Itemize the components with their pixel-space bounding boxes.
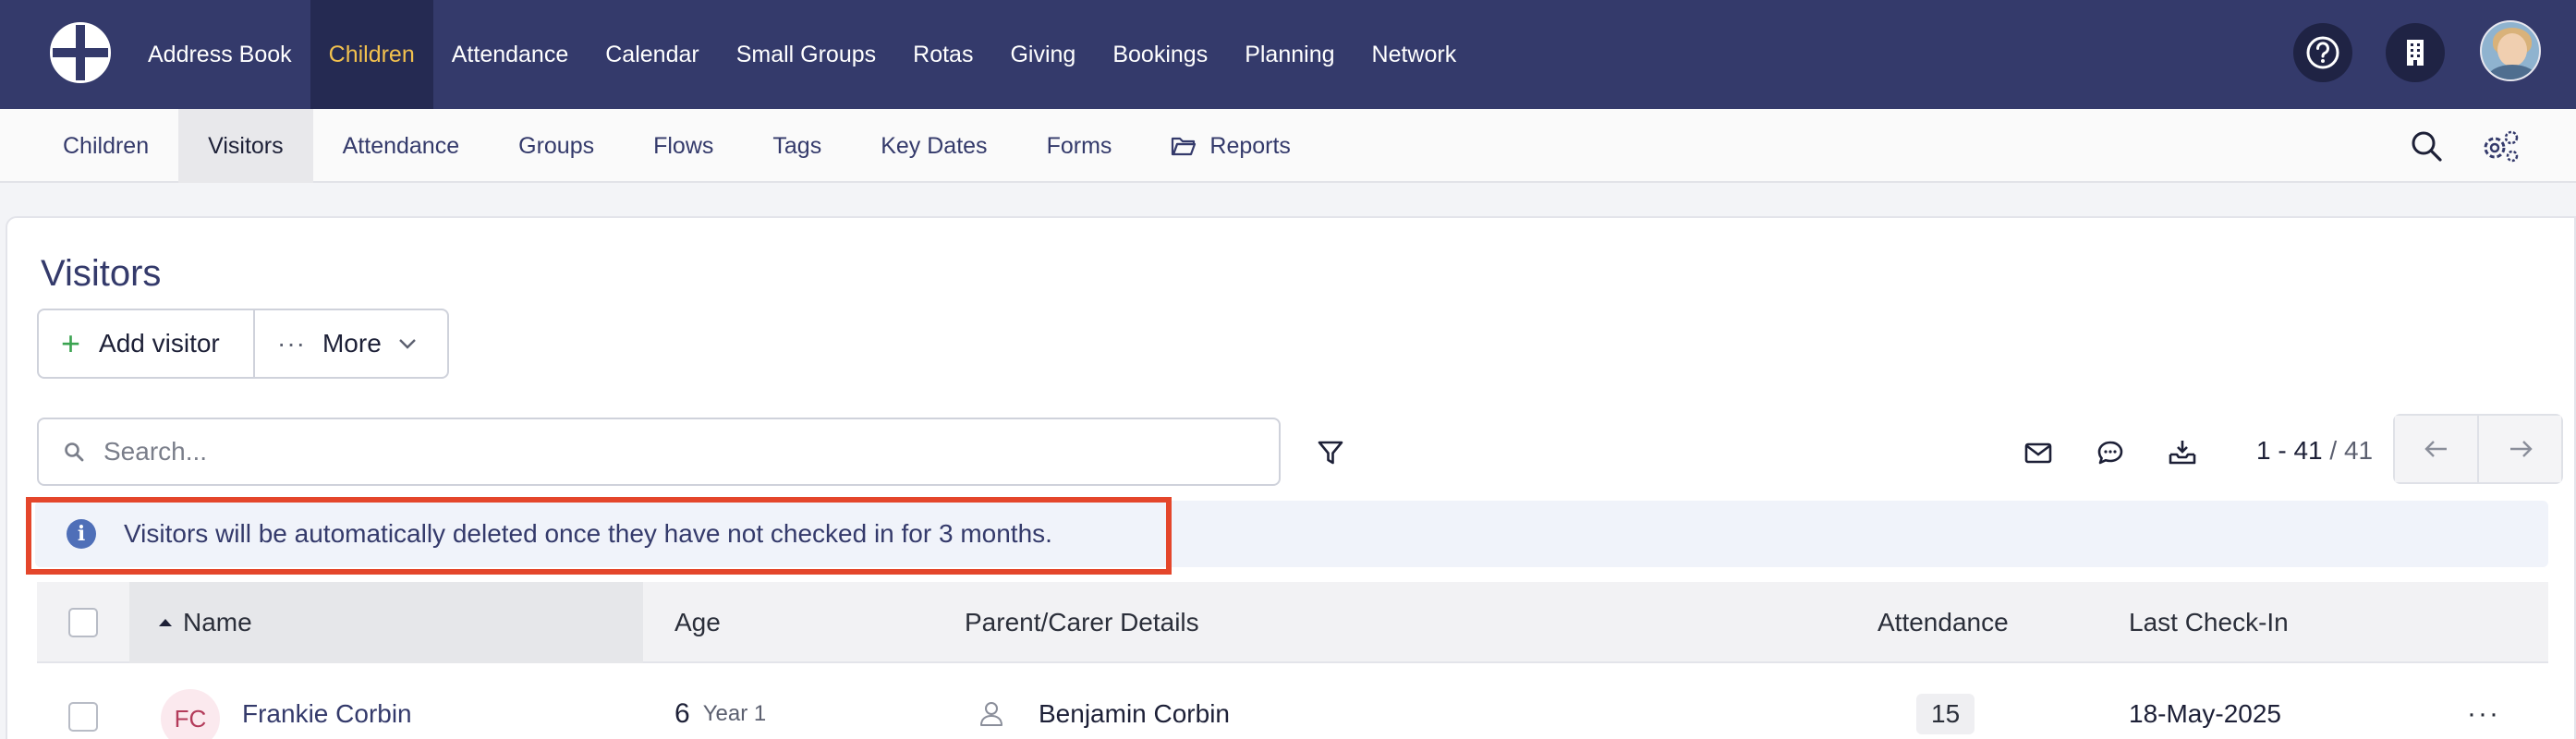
folder-icon [1171,135,1197,157]
page-title: Visitors [41,253,162,294]
help-button[interactable] [2293,23,2352,82]
notice-text: Visitors will be automatically deleted o… [124,519,1052,548]
nav-rotas[interactable]: Rotas [894,0,991,109]
subnav-attendance[interactable]: Attendance [313,109,490,183]
subnav-reports-label: Reports [1209,132,1291,159]
plus-icon: + [61,324,81,362]
more-button[interactable]: ··· More [255,310,447,377]
sort-ascending-icon [159,619,172,626]
question-circle-icon [2306,36,2339,69]
ellipsis-icon: ··· [277,329,306,357]
column-header-age[interactable]: Age [674,582,721,663]
previous-page-button[interactable] [2395,416,2477,482]
arrow-left-icon [2424,441,2447,457]
visitors-card: Visitors + Add visitor ··· More Search..… [6,216,2576,739]
nav-small-groups[interactable]: Small Groups [718,0,894,109]
pagination-range: 1 - 41 [2256,436,2323,465]
search-input[interactable] [103,437,1212,466]
add-visitor-label: Add visitor [99,329,220,357]
chevron-down-icon [398,338,417,349]
export-button[interactable] [2162,432,2203,473]
email-button[interactable] [2018,432,2059,473]
nav-giving[interactable]: Giving [991,0,1094,109]
filter-icon [1318,441,1343,465]
subnav-flows[interactable]: Flows [624,109,743,183]
subnav-groups[interactable]: Groups [489,109,624,183]
settings-button[interactable] [2480,126,2521,166]
column-header-last-checkin[interactable]: Last Check-In [2129,582,2289,663]
download-tray-icon [2169,441,2196,465]
pagination-controls [2393,414,2563,484]
person-icon [979,701,1003,727]
sub-nav-items: Children Visitors Attendance Groups Flow… [33,109,1320,183]
row-checkbox[interactable] [68,702,98,732]
nav-bookings[interactable]: Bookings [1094,0,1226,109]
building-icon [2407,40,2424,66]
row-actions-menu[interactable]: ··· [2467,698,2500,730]
nav-calendar[interactable]: Calendar [587,0,717,109]
last-checkin-date: 18-May-2025 [2129,699,2281,728]
column-header-attendance[interactable]: Attendance [1877,582,2009,663]
next-page-button[interactable] [2477,416,2561,482]
subnav-forms[interactable]: Forms [1017,109,1142,183]
global-search-button[interactable] [2406,126,2447,166]
top-nav-actions [2262,0,2576,109]
organisation-button[interactable] [2386,23,2445,82]
envelope-icon [2024,442,2052,464]
gears-icon [2484,130,2519,163]
add-visitor-button[interactable]: + Add visitor [39,310,255,377]
message-button[interactable] [2090,432,2131,473]
nav-attendance[interactable]: Attendance [433,0,588,109]
search-box [37,418,1281,486]
table-row[interactable]: FC Frankie Corbin 6 Year 1 Benjamin Corb… [37,663,2548,739]
info-icon: i [67,519,96,549]
sub-navigation: Children Visitors Attendance Groups Flow… [0,109,2576,183]
avatar: FC [161,689,220,739]
subnav-key-dates[interactable]: Key Dates [851,109,1016,183]
subnav-tags[interactable]: Tags [743,109,851,183]
action-button-group: + Add visitor ··· More [37,309,449,379]
more-label: More [322,329,382,357]
top-nav-items: Address Book Children Attendance Calenda… [129,0,1475,109]
subnav-visitors[interactable]: Visitors [178,109,313,183]
subnav-children[interactable]: Children [33,109,178,183]
arrow-right-icon [2509,441,2533,457]
nav-planning[interactable]: Planning [1226,0,1353,109]
user-avatar[interactable] [2480,20,2541,81]
column-header-parent[interactable]: Parent/Carer Details [965,582,1199,663]
search-icon [2412,131,2442,162]
nav-address-book[interactable]: Address Book [129,0,310,109]
column-header-name-label: Name [183,608,252,636]
nav-children[interactable]: Children [310,0,433,109]
column-header-name[interactable]: Name [129,582,643,663]
chat-bubble-icon [2097,441,2123,465]
pagination-total: / 41 [2329,436,2374,465]
table-header: Name Age Parent/Carer Details Attendance… [37,582,2548,663]
visitor-name-link[interactable]: Frankie Corbin [242,699,412,729]
search-icon [63,441,85,463]
top-navigation: Address Book Children Attendance Calenda… [0,0,2576,109]
attendance-count-badge: 15 [1916,694,1975,734]
app-logo-icon[interactable] [48,20,113,85]
subnav-reports[interactable]: Reports [1141,109,1320,183]
pagination-count: 1 - 41 / 41 [2256,436,2373,466]
select-all-checkbox[interactable] [68,608,98,637]
nav-network[interactable]: Network [1354,0,1476,109]
parent-name[interactable]: Benjamin Corbin [1039,699,1230,729]
visitor-age: 6 [674,698,690,729]
filter-button[interactable] [1310,432,1351,473]
visitor-school-year: Year 1 [702,701,767,726]
auto-delete-notice: i Visitors will be automatically deleted… [35,501,2548,567]
